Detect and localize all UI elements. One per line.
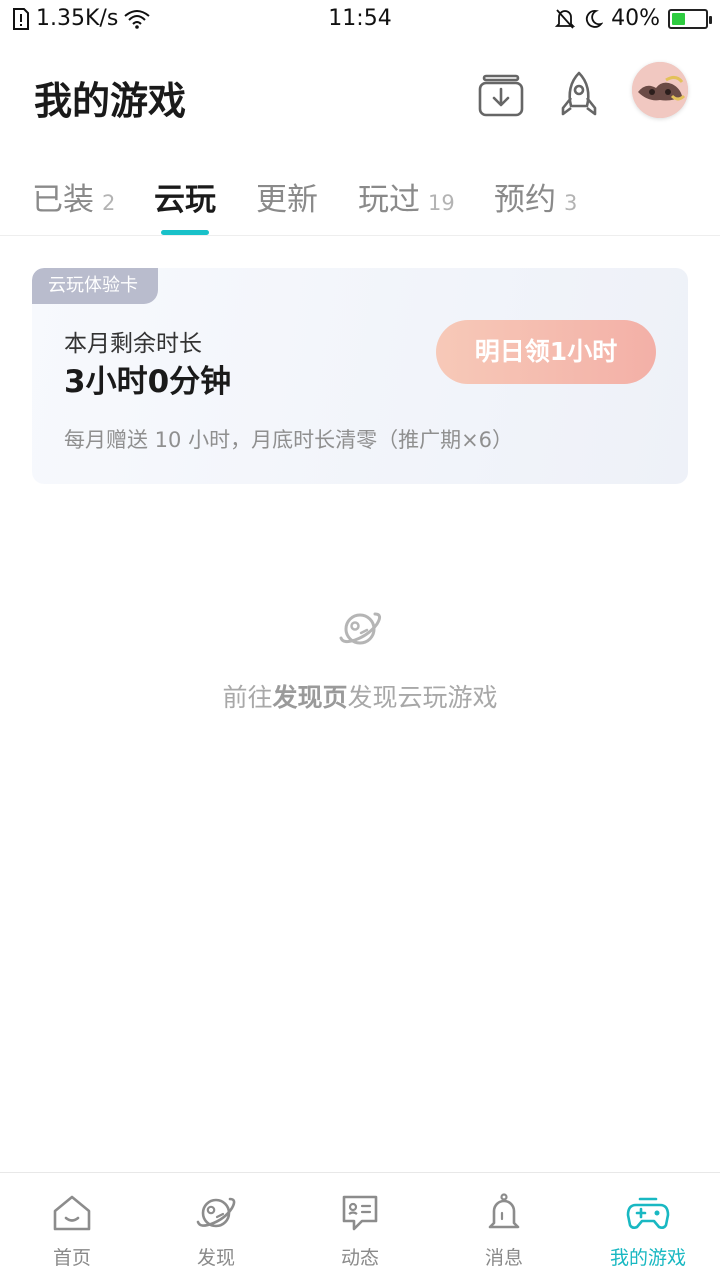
discover-page-link[interactable]: 发现页: [272, 683, 347, 712]
status-bar: 1.35K/s 11:54 40%: [0, 0, 720, 40]
active-tab-indicator: [161, 230, 209, 235]
tab-label: 已装: [32, 182, 94, 218]
planet-icon: [196, 1197, 236, 1228]
nav-messages[interactable]: 消息: [432, 1173, 576, 1280]
tab-updates[interactable]: 更新: [256, 174, 318, 219]
nav-label: 我的游戏: [609, 1247, 686, 1269]
nav-label: 消息: [484, 1247, 523, 1269]
nav-label: 发现: [196, 1247, 235, 1269]
tab-count: 2: [102, 191, 116, 215]
tab-count: 3: [564, 191, 578, 215]
nav-my-games[interactable]: 我的游戏: [576, 1173, 720, 1280]
card-tag: 云玩体验卡: [32, 268, 158, 304]
page-title: 我的游戏: [34, 79, 187, 123]
status-right: 40%: [555, 6, 712, 31]
planet-icon: [339, 612, 382, 645]
avatar-image: [632, 62, 688, 118]
tab-cloud-play[interactable]: 云玩: [154, 174, 216, 219]
remaining-time-label: 本月剩余时长: [64, 331, 202, 357]
gamepad-icon: [626, 1197, 670, 1229]
nav-home[interactable]: 首页: [0, 1173, 144, 1280]
nav-feed[interactable]: 动态: [288, 1173, 432, 1280]
bell-icon: [488, 1193, 520, 1229]
tab-label: 云玩: [154, 182, 216, 218]
tab-reservations[interactable]: 预约 3: [494, 174, 577, 219]
tab-label: 预约: [494, 182, 556, 218]
remaining-time-value: 3小时0分钟: [64, 364, 232, 400]
nav-discover[interactable]: 发现: [144, 1173, 288, 1280]
tab-label: 更新: [256, 182, 318, 218]
empty-prefix: 前往: [222, 683, 273, 712]
avatar[interactable]: [632, 62, 688, 118]
card-note: 每月赠送 10 小时，月底时长清零（推广期×6）: [64, 428, 514, 452]
nav-label: 动态: [340, 1247, 379, 1269]
empty-suffix: 发现云玩游戏: [347, 683, 498, 712]
download-box-icon[interactable]: [474, 68, 528, 122]
battery-icon: [668, 8, 712, 29]
bottom-nav: 首页 发现 动态 消息 我的游戏: [0, 1172, 720, 1280]
tab-count: 19: [428, 191, 455, 215]
tab-label: 玩过: [358, 182, 420, 218]
cloud-play-card: 云玩体验卡 本月剩余时长 3小时0分钟 明日领1小时 每月赠送 10 小时，月底…: [32, 268, 688, 484]
battery-percent: 40%: [611, 6, 660, 31]
empty-state-text: 前往发现页发现云玩游戏: [0, 678, 720, 714]
home-icon: [53, 1195, 91, 1231]
tab-played[interactable]: 玩过 19: [358, 174, 455, 219]
nav-label: 首页: [52, 1247, 91, 1269]
chat-bubble-icon: [342, 1195, 378, 1231]
bell-muted-icon: [555, 8, 576, 29]
moon-icon: [586, 9, 604, 28]
rocket-icon[interactable]: [552, 68, 606, 122]
battery-fill: [672, 12, 685, 25]
header: 我的游戏: [0, 56, 720, 136]
tab-bar: 已装 2 云玩 更新 玩过 19 预约 3: [0, 160, 720, 236]
claim-tomorrow-button[interactable]: 明日领1小时: [436, 320, 656, 384]
tab-installed[interactable]: 已装 2: [32, 174, 115, 219]
app-root: 1.35K/s 11:54 40% 我的游戏 已装 2 云玩 更新 玩过 19 …: [0, 0, 720, 1280]
